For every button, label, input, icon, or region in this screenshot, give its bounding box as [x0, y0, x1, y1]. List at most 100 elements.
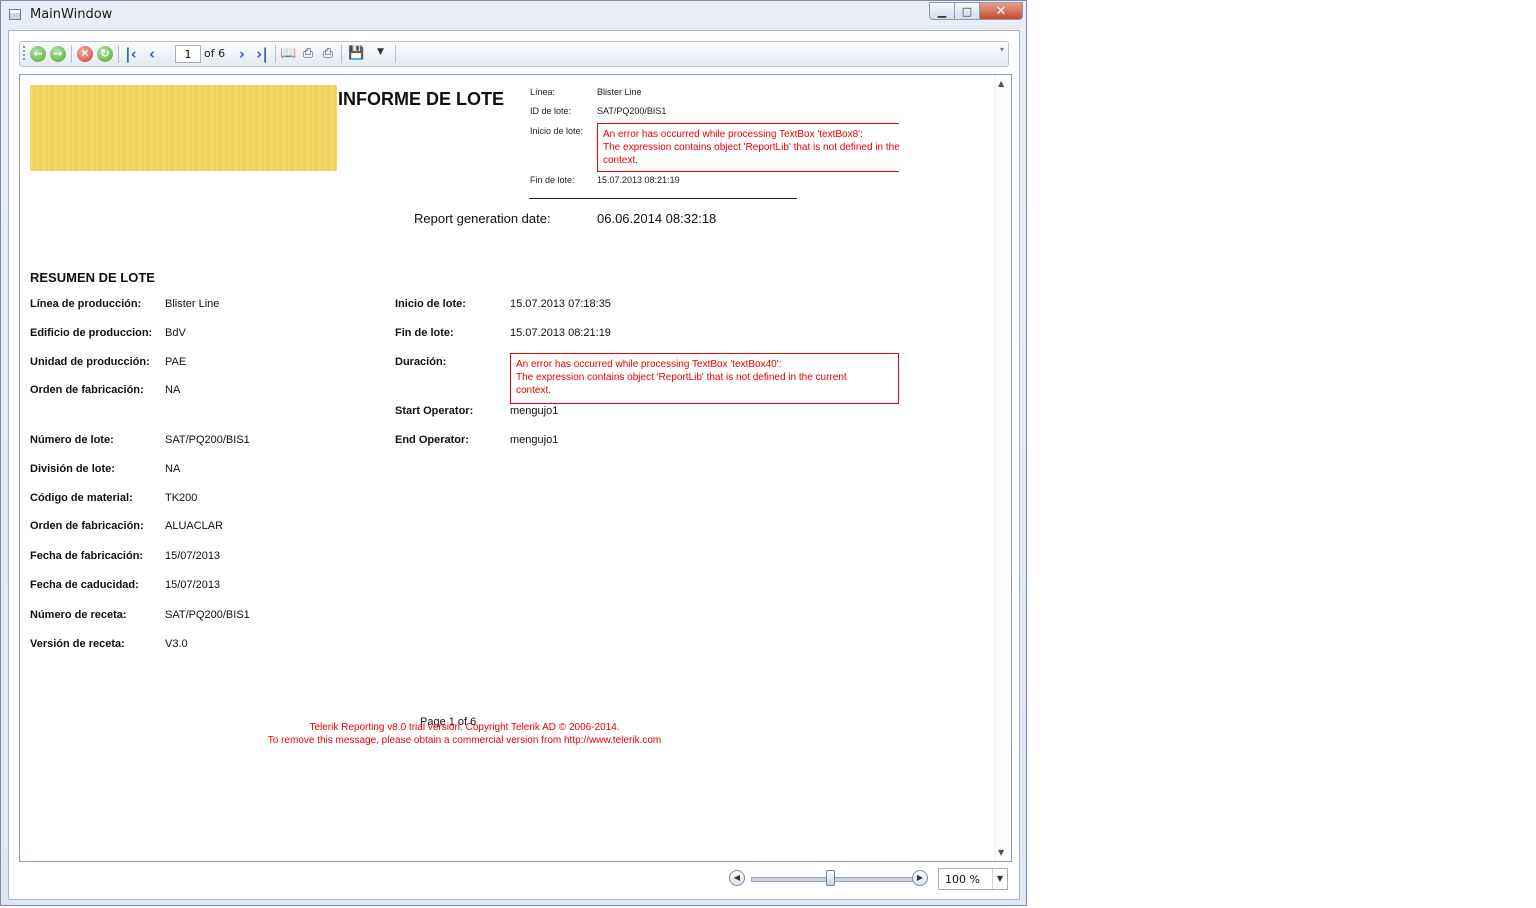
print-layout-button[interactable]: 📖 — [280, 46, 296, 62]
field-label: Orden de fabricación: — [30, 384, 144, 396]
field-value: BdV — [165, 327, 186, 339]
minimize-icon: ▁ — [937, 4, 947, 18]
page-number-input[interactable]: 1 — [175, 45, 201, 63]
previous-page-icon: ‹ — [148, 45, 156, 63]
print-button[interactable]: ⎙ — [320, 46, 336, 62]
report-page: INFORME DE LOTE Línea: Blister Line ID d… — [20, 75, 995, 861]
title-bar[interactable]: MainWindow ▁ □ ✕ — [1, 1, 1026, 29]
viewer-toolbar: ← → ✕ ↻ |‹ ‹ 1 of 6 › ›| 📖 ⎙ ⎙ 💾 ▼ ▾ — [19, 41, 1009, 67]
scroll-up-icon[interactable]: ▲ — [998, 79, 1004, 88]
field-value: mengujo1 — [510, 434, 559, 446]
error-line: context. — [516, 385, 552, 396]
error-line: The expression contains object 'ReportLi… — [516, 372, 847, 383]
toolbar-grip[interactable] — [23, 46, 25, 62]
field-label: Orden de fabricación: — [30, 520, 144, 532]
field-label: Versión de receta: — [30, 638, 125, 650]
window-title: MainWindow — [30, 7, 113, 22]
zoom-slider-thumb[interactable] — [826, 870, 835, 886]
back-button[interactable]: ← — [30, 46, 46, 62]
header-linea-label: Línea: — [530, 87, 556, 97]
close-icon: ✕ — [995, 3, 1007, 19]
save-icon: 💾 — [348, 46, 365, 61]
back-icon: ← — [33, 47, 43, 60]
last-page-icon: ›| — [256, 45, 268, 63]
header-id-label: ID de lote: — [530, 106, 572, 116]
field-label: Código de material: — [30, 492, 133, 504]
header-id-value: SAT/PQ200/BIS1 — [597, 106, 667, 116]
field-label: Edificio de produccion: — [30, 327, 153, 339]
field-value: mengujo1 — [510, 405, 559, 417]
minimize-button[interactable]: ▁ — [929, 2, 955, 20]
page-setup-icon: ⎙ — [302, 46, 314, 61]
zoom-out-icon: ◀ — [733, 873, 741, 882]
field-label: End Operator: — [395, 434, 469, 446]
error-line: An error has occurred while processing T… — [603, 129, 863, 140]
previous-page-button[interactable]: ‹ — [144, 46, 160, 62]
last-page-button[interactable]: ›| — [254, 46, 270, 62]
field-label: Línea de producción: — [30, 298, 142, 310]
chevron-down-icon[interactable]: ▼ — [992, 869, 1007, 889]
field-value: NA — [165, 384, 181, 396]
generation-date-label: Report generation date: — [414, 211, 551, 226]
forward-button[interactable]: → — [50, 46, 66, 62]
report-page-area: INFORME DE LOTE Línea: Blister Line ID d… — [19, 74, 1012, 862]
field-label: Fecha de fabricación: — [30, 550, 144, 562]
header-fin-value: 15.07.2013 08:21:19 — [597, 175, 680, 185]
close-button[interactable]: ✕ — [979, 2, 1023, 20]
trial-line: Telerik Reporting v8.0 trial version. Co… — [309, 722, 620, 733]
page-setup-button[interactable]: ⎙ — [300, 46, 316, 62]
field-value: SAT/PQ200/BIS1 — [165, 434, 250, 446]
duracion-error-box: An error has occurred while processing T… — [510, 353, 899, 404]
print-layout-icon: 📖 — [280, 46, 297, 61]
zoom-combo[interactable]: 100 % ▼ — [938, 868, 1008, 890]
maximize-icon: □ — [961, 4, 973, 18]
header-inicio-label: Inicio de lote: — [530, 126, 584, 136]
field-value: PAE — [165, 356, 187, 368]
field-value: 15.07.2013 08:21:19 — [510, 327, 611, 339]
header-divider — [529, 198, 797, 199]
header-linea-value: Blister Line — [597, 87, 642, 97]
field-value: 15/07/2013 — [165, 550, 221, 562]
field-label: Número de receta: — [30, 609, 127, 621]
field-label: Inicio de lote: — [395, 298, 466, 310]
field-value: Blister Line — [165, 298, 220, 310]
zoom-out-button[interactable]: ◀ — [729, 870, 745, 886]
stop-icon: ✕ — [80, 47, 90, 60]
summary-title: RESUMEN DE LOTE — [30, 270, 155, 285]
field-value: TK200 — [165, 492, 198, 504]
next-page-button[interactable]: › — [234, 46, 250, 62]
first-page-button[interactable]: |‹ — [123, 46, 139, 62]
page-count-label: of 6 — [204, 47, 226, 60]
export-button[interactable]: 💾 — [348, 46, 364, 62]
window-icon — [9, 9, 21, 20]
error-line: An error has occurred while processing T… — [516, 359, 782, 370]
scroll-down-icon[interactable]: ▼ — [998, 848, 1004, 857]
field-value: SAT/PQ200/BIS1 — [165, 609, 250, 621]
print-icon: ⎙ — [322, 46, 334, 61]
field-label: Número de lote: — [30, 434, 114, 446]
toolbar-overflow[interactable]: ▾ — [1000, 45, 1006, 63]
chevron-down-icon: ▼ — [377, 47, 384, 57]
field-label: División de lote: — [30, 463, 115, 475]
first-page-icon: |‹ — [125, 45, 137, 63]
field-label: Duración: — [395, 356, 447, 368]
trial-message: Telerik Reporting v8.0 trial version. Co… — [252, 721, 677, 747]
vertical-scrollbar[interactable]: ▲ ▼ — [994, 75, 1011, 861]
refresh-button[interactable]: ↻ — [97, 46, 113, 62]
field-value: 15.07.2013 07:18:35 — [510, 298, 611, 310]
export-dropdown[interactable]: ▼ — [377, 47, 384, 57]
error-line: The expression contains object 'ReportLi… — [603, 142, 899, 153]
header-fin-label: Fin de lote: — [530, 175, 575, 185]
main-window: MainWindow ▁ □ ✕ ← → ✕ ↻ |‹ ‹ 1 of 6 › ›… — [0, 0, 1027, 906]
field-label: Unidad de producción: — [30, 356, 150, 368]
company-logo — [30, 85, 337, 171]
inicio-error-box: An error has occurred while processing T… — [597, 123, 899, 172]
report-title: INFORME DE LOTE — [338, 89, 504, 109]
next-page-icon: › — [238, 45, 246, 63]
stop-button[interactable]: ✕ — [77, 46, 93, 62]
trial-line: To remove this message, please obtain a … — [267, 735, 662, 746]
maximize-button[interactable]: □ — [954, 2, 980, 20]
field-value: ALUACLAR — [165, 520, 224, 532]
generation-date-value: 06.06.2014 08:32:18 — [597, 211, 717, 226]
zoom-in-button[interactable]: ▶ — [912, 870, 928, 886]
